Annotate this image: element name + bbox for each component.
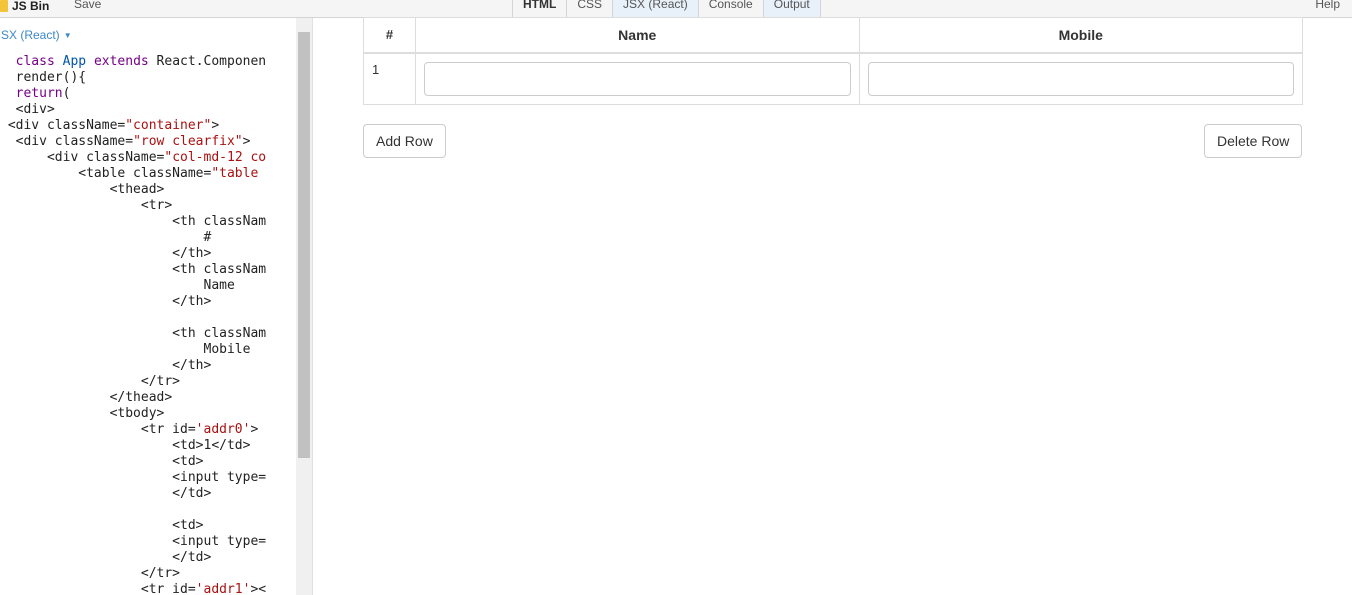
code-line: <div className="col-md-12 co — [0, 150, 267, 165]
code-line: <tbody> — [0, 406, 165, 421]
code-line: <tr id='addr1'>< — [0, 582, 267, 595]
code-line: <table className="table — [0, 166, 259, 181]
mobile-cell — [858, 52, 1303, 105]
code-line: </th> — [0, 294, 212, 309]
tab-jsx-react[interactable]: JSX (React) — [612, 0, 698, 18]
name-input[interactable] — [424, 61, 851, 96]
jsbin-toolbar: JS Bin Save HTML CSS JSX (React) Console… — [0, 0, 1352, 18]
column-header-index: # — [363, 17, 416, 54]
output-panel: # Name Mobile 1 Add Row Delete Row — [313, 17, 1352, 595]
code-line: </td> — [0, 550, 212, 565]
tab-output[interactable]: Output — [762, 0, 821, 18]
code-line: # — [0, 230, 212, 245]
jsx-editor-panel[interactable]: SX (React) ▼ class App extends React.Comp… — [0, 18, 313, 595]
code-line: ​ — [0, 502, 296, 518]
save-menu[interactable]: Save — [74, 0, 101, 11]
code-line: render(){ — [0, 70, 87, 85]
editor-scrollbar[interactable] — [296, 18, 312, 595]
code-line: class App extends React.Componen — [15, 54, 267, 69]
code-line: <th classNam — [0, 262, 267, 277]
code-line: <th classNam — [0, 214, 267, 229]
tab-css[interactable]: CSS — [566, 0, 613, 18]
column-header-mobile: Mobile — [858, 17, 1303, 54]
code-line: </tr> — [0, 566, 181, 581]
code-line: <div className="row clearfix"> — [0, 134, 251, 149]
rows-table: # Name Mobile 1 — [363, 17, 1303, 105]
code-line: <tr> — [0, 198, 173, 213]
tab-console[interactable]: Console — [697, 0, 763, 18]
code-editor[interactable]: class App extends React.Componen render(… — [0, 54, 296, 595]
name-cell — [415, 52, 860, 105]
jsbin-logo-icon — [0, 0, 8, 12]
code-line: </th> — [0, 358, 212, 373]
code-line: </thead> — [0, 390, 173, 405]
tab-html[interactable]: HTML — [512, 0, 567, 18]
code-line: ​ — [0, 310, 296, 326]
editor-language-label: SX (React) — [1, 28, 60, 42]
editor-language-dropdown[interactable]: SX (React) ▼ — [1, 28, 72, 42]
code-line: <input type= — [0, 534, 267, 549]
code-line: <tr id='addr0'> — [0, 422, 259, 437]
delete-row-button[interactable]: Delete Row — [1204, 124, 1303, 158]
code-line: <td> — [0, 518, 204, 533]
code-line: <td> — [0, 454, 204, 469]
code-line: </td> — [0, 486, 212, 501]
add-row-button[interactable]: Add Row — [363, 124, 446, 158]
table-header-row: # Name Mobile — [363, 17, 1303, 54]
code-line: </tr> — [0, 374, 181, 389]
code-line: <input type= — [0, 470, 267, 485]
code-line: Name — [0, 278, 235, 293]
help-menu[interactable]: Help — [1315, 0, 1340, 11]
row-index: 1 — [363, 52, 416, 105]
chevron-down-icon: ▼ — [63, 31, 72, 40]
code-line: </th> — [0, 246, 212, 261]
table-row: 1 — [363, 52, 1303, 105]
jsbin-logo[interactable]: JS Bin — [0, 0, 49, 15]
mobile-input[interactable] — [867, 61, 1294, 96]
code-line: Mobile — [0, 342, 251, 357]
app-name: JS Bin — [12, 0, 50, 13]
panel-tabs: HTML CSS JSX (React) Console Output — [512, 0, 821, 18]
editor-scrollbar-thumb[interactable] — [298, 32, 310, 458]
code-line: <thead> — [0, 182, 165, 197]
code-line: <td>1</td> — [0, 438, 251, 453]
column-header-name: Name — [415, 17, 860, 54]
code-line: return( — [15, 86, 71, 101]
code-line: <div className="container"> — [0, 118, 220, 133]
code-line: <th classNam — [0, 326, 267, 341]
code-line: <div> — [0, 102, 55, 117]
